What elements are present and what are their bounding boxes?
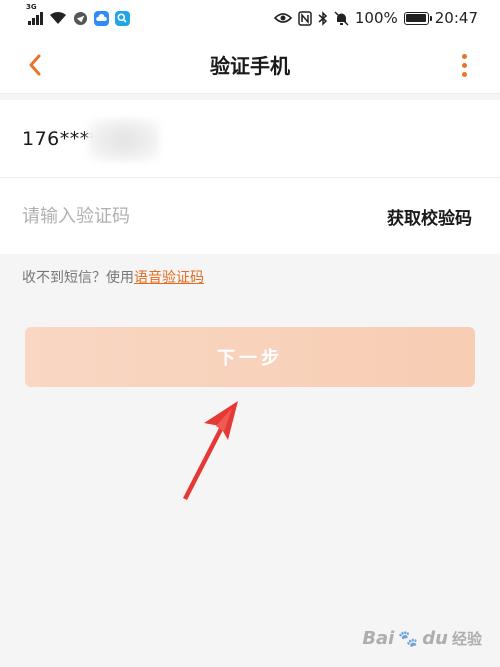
cloud-app-icon — [93, 10, 109, 26]
next-step-button[interactable]: 下一步 — [25, 327, 475, 387]
code-row: 获取校验码 — [0, 178, 500, 254]
mute-bell-icon — [334, 10, 349, 26]
get-code-button[interactable]: 获取校验码 — [387, 204, 472, 229]
watermark-brand: Bai — [362, 628, 395, 649]
more-dot-icon — [461, 53, 467, 59]
signal-icon: 3G — [26, 3, 43, 25]
app-header: 验证手机 — [0, 36, 500, 94]
baidu-watermark: Bai 🐾 du 经验 — [362, 628, 482, 649]
more-dot-icon — [461, 62, 467, 68]
nfc-icon — [298, 10, 312, 26]
sms-hint: 收不到短信？使用语音验证码 — [22, 267, 204, 287]
watermark-paw-text: du — [422, 628, 448, 649]
status-bar: 3G 100% 20:47 — [0, 0, 500, 36]
annotation-arrow-icon — [183, 401, 238, 500]
wifi-icon — [49, 11, 66, 24]
watermark-suffix: 经验 — [451, 630, 482, 648]
hint-text: 收不到短信？使用 — [22, 270, 134, 286]
paw-icon: 🐾 — [398, 629, 419, 648]
browser-icon — [73, 11, 87, 25]
verification-code-input[interactable] — [22, 205, 282, 227]
battery-percent: 100% — [354, 9, 398, 27]
clock: 20:47 — [434, 9, 478, 27]
eye-icon — [273, 13, 292, 23]
phone-row: 176**** — [0, 100, 500, 178]
bluetooth-icon — [318, 10, 327, 26]
more-dot-icon — [461, 71, 467, 77]
search-app-icon — [114, 10, 130, 26]
status-left: 3G — [26, 3, 130, 26]
network-type: 3G — [26, 3, 37, 11]
page-title: 验证手机 — [210, 54, 290, 78]
verify-form: 176**** 获取校验码 — [0, 100, 500, 254]
more-options-button[interactable] — [452, 48, 476, 82]
privacy-blur — [88, 118, 160, 162]
status-right: 100% 20:47 — [273, 9, 478, 27]
chevron-left-icon — [29, 54, 41, 76]
back-button[interactable] — [18, 48, 52, 82]
battery-icon — [403, 11, 432, 25]
voice-code-link[interactable]: 语音验证码 — [134, 270, 204, 286]
